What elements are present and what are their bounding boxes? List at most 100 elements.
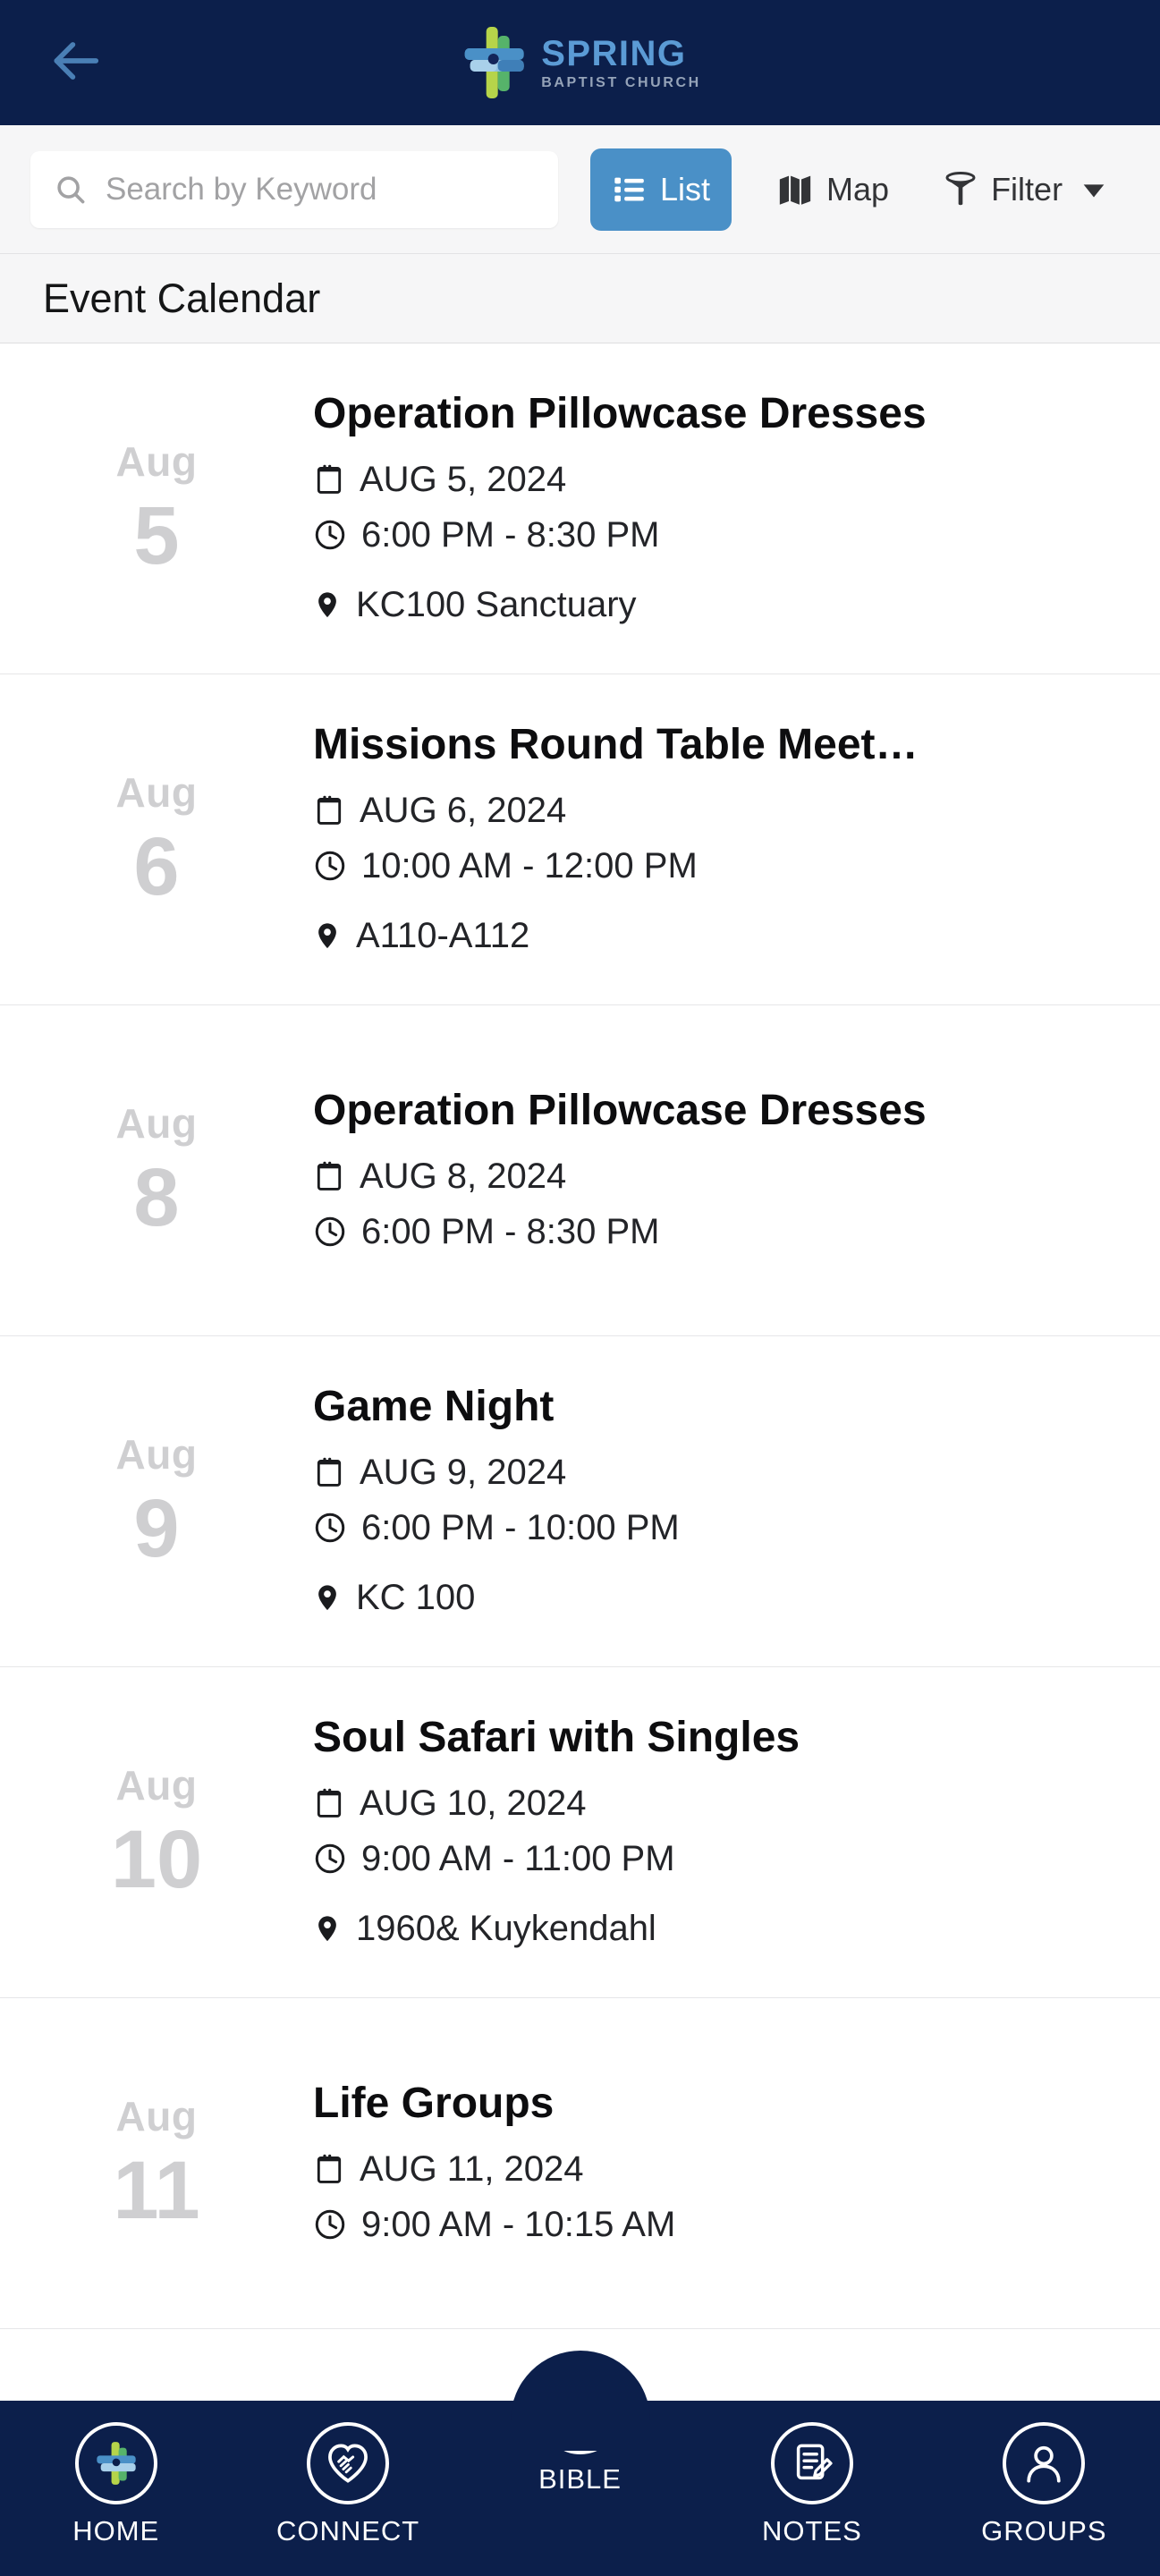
event-details: Game Night AUG 9, 2024 6:00 PM - 10:00 PM K… <box>313 1383 1160 1621</box>
event-time: 9:00 AM - 11:00 PM <box>361 1839 675 1879</box>
event-location: A110-A112 <box>356 916 530 956</box>
calendar-icon <box>313 462 345 497</box>
event-date: AUG 10, 2024 <box>360 1784 587 1824</box>
event-row[interactable]: Aug 10 Soul Safari with Singles AUG 10, 202… <box>0 1667 1160 1998</box>
event-date-line: AUG 6, 2024 <box>313 788 1115 833</box>
event-time: 6:00 PM - 8:30 PM <box>361 1212 660 1252</box>
event-date-line: AUG 5, 2024 <box>313 457 1115 502</box>
event-row[interactable]: Aug 5 Operation Pillowcase Dresses AUG 5, 2… <box>0 343 1160 674</box>
person-icon <box>1003 2422 1086 2504</box>
brand-name: SPRING <box>541 33 687 73</box>
event-location: KC100 Sanctuary <box>356 585 637 625</box>
bottom-navigation: HOME CONNECT BIBLE NOTES GROUPS <box>0 2351 1160 2576</box>
event-row[interactable]: Aug 11 Life Groups AUG 11, 2024 9:00 AM - 10… <box>0 1998 1160 2329</box>
search-placeholder: Search by Keyword <box>106 171 377 207</box>
event-row[interactable]: Aug 9 Game Night AUG 9, 2024 6:00 PM - 10:00… <box>0 1336 1160 1667</box>
event-row[interactable]: Aug 6 Missions Round Table Meet… AUG 6, 202… <box>0 674 1160 1005</box>
search-input[interactable]: Search by Keyword <box>30 150 558 228</box>
event-month: Aug <box>115 2092 198 2140</box>
event-time-line: 6:00 PM - 10:00 PM <box>313 1505 1115 1550</box>
clock-icon <box>313 2207 347 2241</box>
event-location-line: KC100 Sanctuary <box>313 582 1115 627</box>
map-pin-icon <box>313 1911 342 1946</box>
brand-subtitle: BAPTIST CHURCH <box>541 74 701 90</box>
event-title: Operation Pillowcase Dresses <box>313 1086 927 1134</box>
event-details: Soul Safari with Singles AUG 10, 2024 9:00… <box>313 1714 1160 1952</box>
calendar-icon <box>313 1785 345 1821</box>
page-title: Event Calendar <box>43 275 321 321</box>
nav-item-home[interactable]: HOME <box>0 2401 232 2545</box>
event-time: 10:00 AM - 12:00 PM <box>361 846 698 886</box>
event-title: Soul Safari with Singles <box>313 1713 800 1761</box>
event-location: KC 100 <box>356 1578 476 1618</box>
app-root: SPRING BAPTIST CHURCH Search by Keyword <box>0 0 1160 2576</box>
nav-item-groups[interactable]: GROUPS <box>928 2401 1160 2545</box>
calendar-icon <box>313 1454 345 1490</box>
event-month: Aug <box>115 437 198 485</box>
event-date-badge: Aug 5 <box>0 441 313 577</box>
event-title: Game Night <box>313 1382 555 1430</box>
nav-item-notes[interactable]: NOTES <box>696 2401 927 2545</box>
event-date: AUG 8, 2024 <box>360 1157 567 1197</box>
app-header: SPRING BAPTIST CHURCH <box>0 0 1160 125</box>
event-list: Aug 5 Operation Pillowcase Dresses AUG 5, 2… <box>0 343 1160 2401</box>
event-date-badge: Aug 11 <box>0 2096 313 2232</box>
event-title: Operation Pillowcase Dresses <box>313 389 927 437</box>
nav-item-connect[interactable]: CONNECT <box>232 2401 463 2545</box>
event-date: AUG 11, 2024 <box>360 2149 584 2190</box>
event-day: 11 <box>113 2144 200 2236</box>
event-details: Operation Pillowcase Dresses AUG 8, 2024 6… <box>313 1087 1160 1255</box>
map-folded-icon <box>776 171 814 208</box>
event-month: Aug <box>115 1430 198 1478</box>
event-location: 1960& Kuykendahl <box>356 1909 656 1949</box>
event-month: Aug <box>115 768 198 816</box>
calendar-icon <box>313 1158 345 1194</box>
view-toggle-map-label: Map <box>826 170 890 208</box>
search-icon <box>54 173 88 207</box>
event-date-badge: Aug 9 <box>0 1434 313 1570</box>
search-toolbar: Search by Keyword List Map Filter <box>0 125 1160 254</box>
nav-item-bible[interactable]: BIBLE <box>464 2351 696 2493</box>
clock-icon <box>313 849 347 883</box>
event-location-line: A110-A112 <box>313 913 1115 958</box>
note-pencil-icon <box>770 2422 853 2504</box>
list-bullets-icon <box>612 172 648 208</box>
event-date-badge: Aug 10 <box>0 1765 313 1901</box>
event-month: Aug <box>115 1761 198 1809</box>
back-button[interactable] <box>43 30 107 95</box>
event-time-line: 6:00 PM - 8:30 PM <box>313 513 1115 557</box>
filter-button[interactable]: Filter <box>943 170 1109 209</box>
event-time-line: 6:00 PM - 8:30 PM <box>313 1209 1115 1254</box>
funnel-icon <box>943 170 978 209</box>
event-row[interactable]: Aug 8 Operation Pillowcase Dresses AUG 8, 2… <box>0 1005 1160 1336</box>
event-time: 6:00 PM - 10:00 PM <box>361 1508 680 1548</box>
filter-label: Filter <box>991 170 1063 208</box>
event-day: 10 <box>110 1813 203 1905</box>
clock-icon <box>313 518 347 552</box>
event-day: 8 <box>133 1151 180 1243</box>
event-title: Life Groups <box>313 2079 555 2127</box>
nav-label: NOTES <box>762 2515 862 2546</box>
clock-icon <box>313 1215 347 1249</box>
event-time: 6:00 PM - 8:30 PM <box>361 515 660 555</box>
event-date: AUG 5, 2024 <box>360 460 567 500</box>
view-toggle-map[interactable]: Map <box>776 171 889 208</box>
event-time: 9:00 AM - 10:15 AM <box>361 2205 676 2245</box>
chevron-down-icon <box>1079 174 1109 205</box>
map-pin-icon <box>313 587 342 623</box>
calendar-icon <box>313 2151 345 2187</box>
clock-icon <box>313 1842 347 1876</box>
view-toggle-list[interactable]: List <box>590 148 732 231</box>
back-arrow-icon <box>47 33 103 93</box>
event-date-line: AUG 10, 2024 <box>313 1781 1115 1826</box>
event-details: Missions Round Table Meet… AUG 6, 2024 10:… <box>313 721 1160 959</box>
handshake-heart-icon <box>307 2422 390 2504</box>
map-pin-icon <box>313 1580 342 1615</box>
event-details: Life Groups AUG 11, 2024 9:00 AM - 10:15 A… <box>313 2080 1160 2248</box>
event-time-line: 9:00 AM - 11:00 PM <box>313 1836 1115 1881</box>
event-day: 6 <box>133 820 180 912</box>
event-date-line: AUG 9, 2024 <box>313 1450 1115 1495</box>
event-day: 5 <box>133 489 180 581</box>
clock-icon <box>313 1511 347 1545</box>
event-date-line: AUG 11, 2024 <box>313 2147 1115 2191</box>
